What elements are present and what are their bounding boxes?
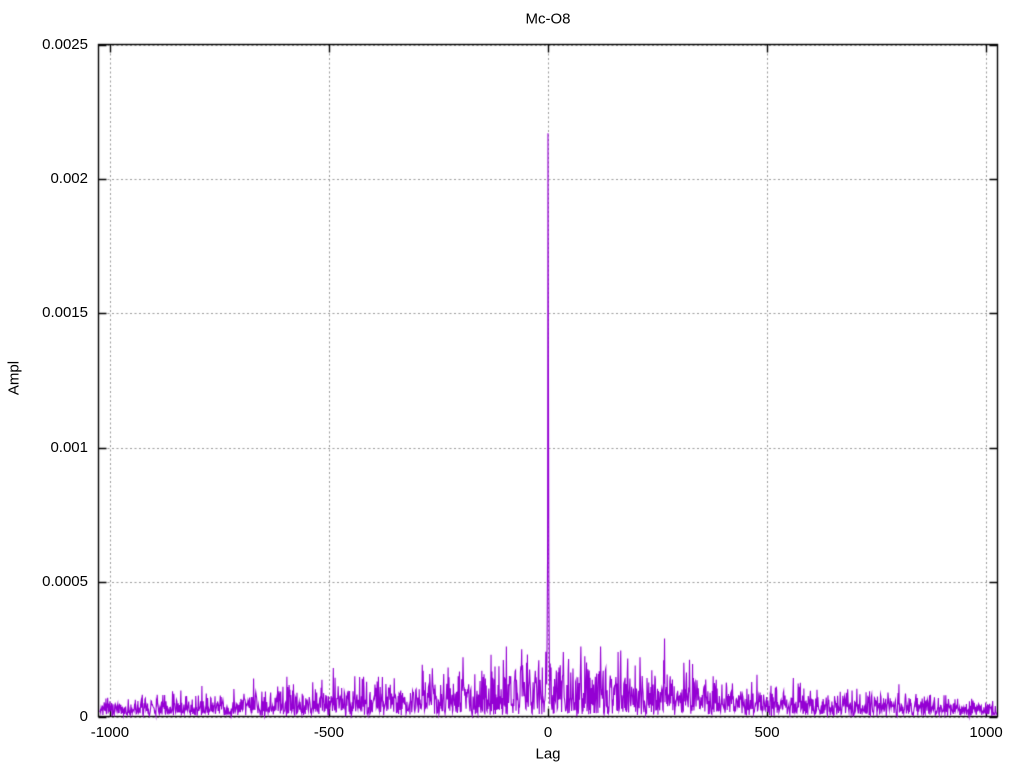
gnuplot-figure: Mc-O8 Lag Ampl 0 0.0005 0.001 0.0015 0.002 0.…	[0, 0, 1024, 768]
y-tick-label: 0.002	[50, 169, 88, 187]
x-tick-label: -1000	[90, 724, 130, 741]
x-tick-label: 0	[543, 724, 553, 741]
y-axis-label: Ampl	[5, 360, 23, 396]
y-tick-label: 0.0015	[42, 304, 88, 322]
chart-title: Mc-O8	[525, 10, 571, 28]
x-tick-label: -500	[313, 724, 344, 741]
y-tick-label: 0.0005	[42, 573, 88, 591]
x-axis-label: Lag	[535, 745, 561, 763]
y-tick-label: 0	[79, 707, 88, 725]
y-tick-label: 0.0025	[42, 35, 88, 53]
plot-canvas	[0, 0, 1024, 768]
y-tick-label: 0.001	[50, 438, 88, 456]
x-tick-label: 1000	[969, 724, 1003, 741]
x-tick-label: 500	[754, 724, 780, 741]
